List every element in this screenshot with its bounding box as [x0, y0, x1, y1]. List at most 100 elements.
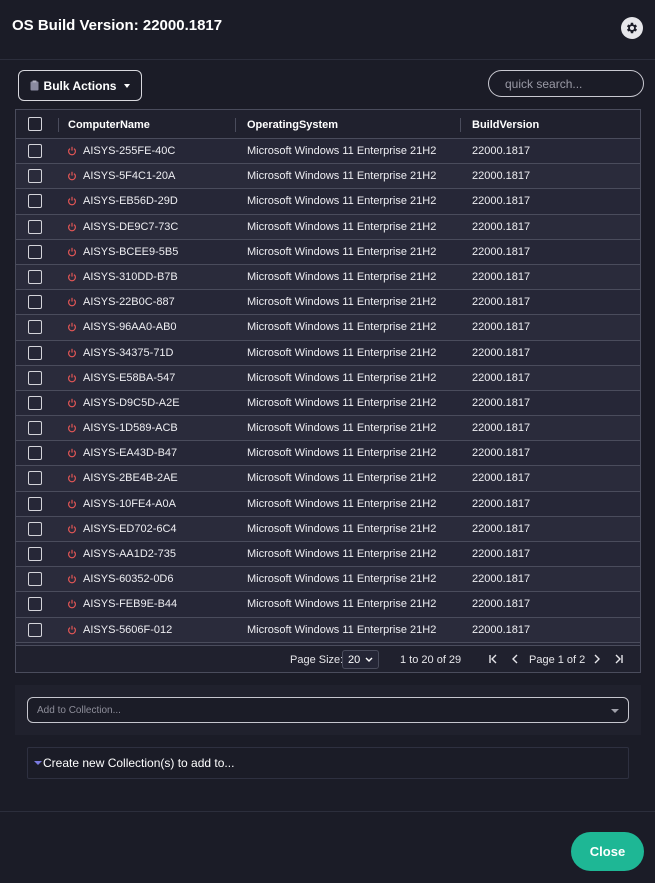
- power-icon: [68, 574, 76, 584]
- bulk-actions-button[interactable]: Bulk Actions: [18, 70, 142, 101]
- table-row[interactable]: AISYS-D9C5D-A2E Microsoft Windows 11 Ente…: [16, 390, 640, 417]
- create-collection-label: Create new Collection(s) to add to...: [43, 756, 235, 770]
- row-checkbox[interactable]: [28, 597, 42, 612]
- row-checkbox[interactable]: [28, 320, 42, 335]
- computer-name-cell[interactable]: AISYS-34375-71D: [83, 347, 174, 359]
- computer-name-cell[interactable]: AISYS-2BE4B-2AE: [83, 472, 178, 484]
- table-row[interactable]: AISYS-60352-0D6 Microsoft Windows 11 Ente…: [16, 567, 640, 593]
- table-row[interactable]: AISYS-FEB9E-B44 Microsoft Windows 11 Ente…: [16, 592, 640, 618]
- table-row[interactable]: AISYS-DE9C7-73C Microsoft Windows 11 Ente…: [16, 214, 640, 240]
- select-all-checkbox[interactable]: [28, 117, 42, 131]
- computer-name-cell[interactable]: AISYS-FEB9E-B44: [83, 598, 177, 610]
- row-checkbox[interactable]: [28, 219, 42, 234]
- previous-page-icon[interactable]: [508, 652, 522, 666]
- row-checkbox[interactable]: [28, 496, 42, 511]
- computer-name-cell[interactable]: AISYS-5F4C1-20A: [83, 170, 175, 182]
- next-page-icon[interactable]: [590, 652, 604, 666]
- computer-name-cell[interactable]: AISYS-AA1D2-735: [83, 548, 176, 560]
- table-row[interactable]: AISYS-5F4C1-20A Microsoft Windows 11 Ente…: [16, 164, 640, 190]
- page-size-select[interactable]: 20: [342, 650, 379, 669]
- row-checkbox[interactable]: [28, 446, 42, 461]
- computer-name-cell[interactable]: AISYS-1D589-ACB: [83, 422, 178, 434]
- build-version-cell: 22000.1817: [472, 598, 531, 611]
- caret-down-icon: [34, 761, 42, 765]
- table-row[interactable]: AISYS-5606F-012 Microsoft Windows 11 Ente…: [16, 617, 640, 643]
- page-size-value: 20: [348, 654, 361, 666]
- power-icon: [68, 373, 76, 383]
- last-page-icon[interactable]: [612, 652, 626, 666]
- operating-system-cell: Microsoft Windows 11 Enterprise 21H2: [247, 623, 437, 636]
- table-row[interactable]: AISYS-2BE4B-2AE Microsoft Windows 11 Ente…: [16, 466, 640, 492]
- page-size-label: Page Size:: [290, 654, 344, 666]
- close-button[interactable]: Close: [571, 832, 644, 871]
- settings-button[interactable]: [621, 17, 643, 39]
- table-row[interactable]: AISYS-ED702-6C4 Microsoft Windows 11 Ente…: [16, 516, 640, 542]
- column-header-buildversion[interactable]: BuildVersion: [472, 119, 539, 131]
- row-checkbox[interactable]: [28, 295, 42, 310]
- table-row[interactable]: AISYS-E58BA-547 Microsoft Windows 11 Ente…: [16, 365, 640, 391]
- row-checkbox[interactable]: [28, 547, 42, 561]
- chevron-down-icon: [124, 83, 131, 88]
- footer-divider: [0, 811, 655, 812]
- table-row[interactable]: AISYS-96AA0-AB0 Microsoft Windows 11 Ente…: [16, 315, 640, 341]
- computer-name-cell[interactable]: AISYS-D9C5D-A2E: [83, 397, 180, 409]
- row-checkbox[interactable]: [28, 169, 42, 184]
- row-checkbox[interactable]: [28, 395, 42, 410]
- computer-name-cell[interactable]: AISYS-EA43D-B47: [83, 447, 177, 459]
- page-indicator: Page 1 of 2: [529, 654, 586, 666]
- computer-name-cell[interactable]: AISYS-310DD-B7B: [83, 271, 178, 283]
- table-row[interactable]: AISYS-255FE-40C Microsoft Windows 11 Ente…: [16, 139, 640, 165]
- operating-system-cell: Microsoft Windows 11 Enterprise 21H2: [247, 598, 437, 611]
- computer-name-cell[interactable]: AISYS-10FE4-A0A: [83, 498, 176, 510]
- computer-name-cell[interactable]: AISYS-BCEE9-5B5: [83, 246, 178, 258]
- operating-system-cell: Microsoft Windows 11 Enterprise 21H2: [247, 296, 437, 309]
- row-checkbox[interactable]: [28, 572, 42, 587]
- table-row[interactable]: AISYS-1D589-ACB Microsoft Windows 11 Ente…: [16, 416, 640, 442]
- table-row[interactable]: AISYS-EA43D-B47 Microsoft Windows 11 Ente…: [16, 441, 640, 467]
- operating-system-cell: Microsoft Windows 11 Enterprise 21H2: [247, 396, 437, 409]
- computer-name-cell[interactable]: AISYS-60352-0D6: [83, 573, 174, 585]
- first-page-icon[interactable]: [486, 652, 500, 666]
- table-row[interactable]: AISYS-AA1D2-735 Microsoft Windows 11 Ente…: [16, 542, 640, 568]
- computer-name-cell[interactable]: AISYS-E58BA-547: [83, 372, 175, 384]
- row-checkbox[interactable]: [28, 144, 42, 158]
- row-checkbox[interactable]: [28, 244, 42, 259]
- build-version-cell: 22000.1817: [472, 396, 531, 409]
- row-checkbox[interactable]: [28, 370, 42, 385]
- table-row[interactable]: AISYS-34375-71D Microsoft Windows 11 Ente…: [16, 340, 640, 366]
- column-header-computername[interactable]: ComputerName: [68, 119, 150, 131]
- computer-name-cell[interactable]: AISYS-255FE-40C: [83, 145, 175, 157]
- row-checkbox[interactable]: [28, 345, 42, 360]
- table-row[interactable]: AISYS-BCEE9-5B5 Microsoft Windows 11 Ente…: [16, 239, 640, 265]
- clipboard-icon: [30, 80, 39, 91]
- build-version-cell: 22000.1817: [472, 472, 531, 485]
- row-checkbox[interactable]: [28, 421, 42, 436]
- power-icon: [68, 197, 76, 206]
- row-checkbox[interactable]: [28, 521, 42, 536]
- computer-name-cell[interactable]: AISYS-5606F-012: [83, 624, 172, 636]
- computer-name-cell[interactable]: AISYS-EB56D-29D: [83, 195, 178, 207]
- row-checkbox[interactable]: [28, 194, 42, 209]
- column-separator: [235, 118, 236, 132]
- row-checkbox[interactable]: [28, 471, 42, 486]
- table-row[interactable]: AISYS-10FE4-A0A Microsoft Windows 11 Ente…: [16, 491, 640, 517]
- computer-name-cell[interactable]: AISYS-96AA0-AB0: [83, 321, 177, 333]
- create-collection-expander[interactable]: Create new Collection(s) to add to...: [27, 747, 629, 779]
- table-row[interactable]: AISYS-22B0C-887 Microsoft Windows 11 Ente…: [16, 290, 640, 316]
- computer-name-cell[interactable]: AISYS-22B0C-887: [83, 296, 175, 308]
- power-icon: [68, 146, 76, 156]
- quick-search-input[interactable]: [488, 70, 644, 97]
- add-to-collection-select[interactable]: Add to Collection...: [27, 697, 629, 723]
- column-separator: [460, 118, 461, 132]
- power-icon: [68, 297, 76, 307]
- row-checkbox[interactable]: [28, 622, 42, 637]
- computer-name-cell[interactable]: AISYS-ED702-6C4: [83, 523, 177, 535]
- table-row[interactable]: AISYS-EB56D-29D Microsoft Windows 11 Ente…: [16, 189, 640, 215]
- build-version-cell: 22000.1817: [472, 497, 531, 510]
- column-header-operatingsystem[interactable]: OperatingSystem: [247, 119, 338, 131]
- table-row[interactable]: AISYS-310DD-B7B Microsoft Windows 11 Ente…: [16, 264, 640, 291]
- row-checkbox[interactable]: [28, 269, 42, 284]
- computer-name-cell[interactable]: AISYS-DE9C7-73C: [83, 221, 178, 233]
- power-icon: [68, 272, 76, 282]
- grid-header: ComputerName OperatingSystem BuildVersio…: [16, 110, 640, 139]
